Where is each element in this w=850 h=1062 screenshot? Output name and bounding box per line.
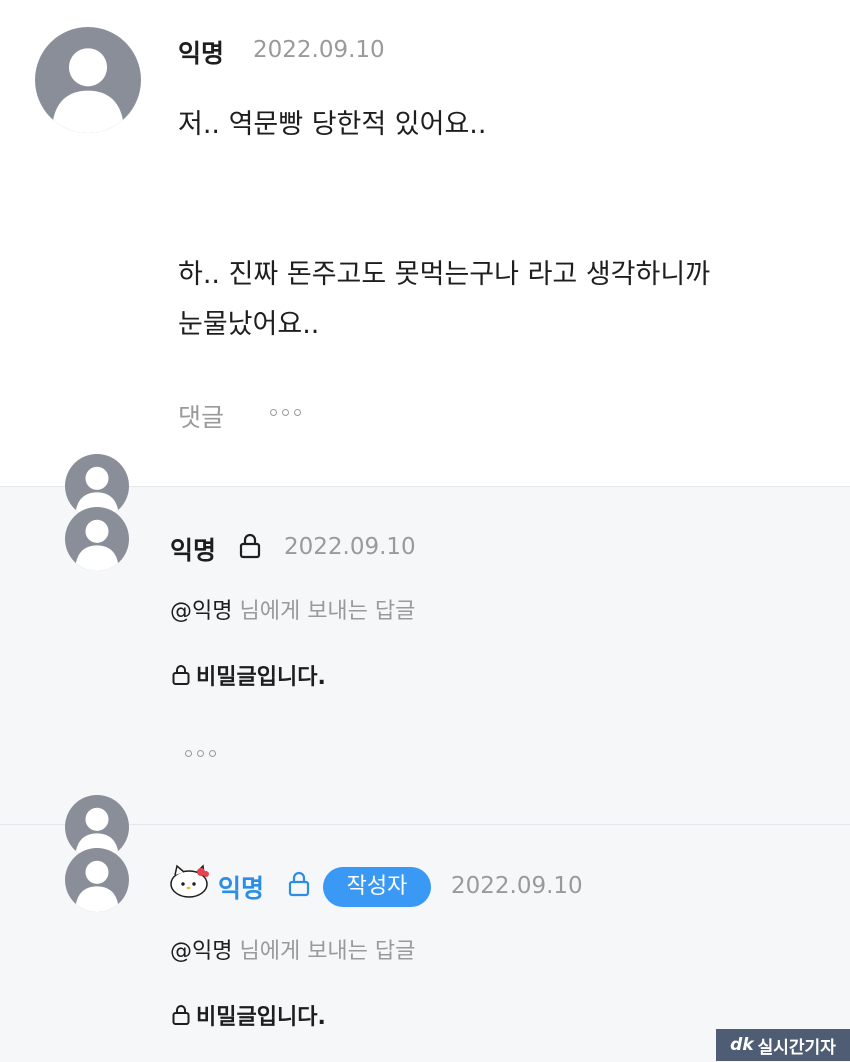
watermark-logo: dk xyxy=(730,1035,754,1055)
secret-text: 비밀글입니다. xyxy=(196,665,326,690)
reply-button[interactable]: 댓글 xyxy=(178,398,224,434)
person-icon xyxy=(75,860,119,912)
watermark: dk 실시간기자 xyxy=(716,1029,850,1061)
comment-line xyxy=(178,150,838,250)
mention-suffix: 님에게 보내는 답글 xyxy=(232,939,416,964)
reply-item: 익명 2022.09.10 @익명 님에게 보내는 답글 비밀글입니다. xyxy=(0,454,850,825)
reply-author[interactable]: 익명 xyxy=(218,869,264,905)
lock-icon xyxy=(172,1004,190,1026)
person-icon xyxy=(75,519,119,571)
secret-message: 비밀글입니다. xyxy=(172,659,326,691)
reply-author[interactable]: 익명 xyxy=(170,531,216,567)
comment-line: 저.. 역문빵 당한적 있어요.. xyxy=(178,109,487,140)
secret-text: 비밀글입니다. xyxy=(196,1005,326,1030)
kitty-icon xyxy=(167,863,211,899)
main-comment: 익명 2022.09.10 저.. 역문빵 당한적 있어요.. 하.. 진짜 돈… xyxy=(0,0,850,486)
mention-name[interactable]: @익명 xyxy=(170,599,232,624)
reply-item: 익명 작성자 2022.09.10 @익명 님에게 보내는 답글 비밀글입니다. xyxy=(0,795,850,1062)
lock-icon xyxy=(288,871,310,897)
mention-name[interactable]: @익명 xyxy=(170,939,232,964)
mention-suffix: 님에게 보내는 답글 xyxy=(232,599,416,624)
reply-mention: @익명 님에게 보내는 답글 xyxy=(170,933,415,965)
comment-author[interactable]: 익명 xyxy=(178,34,224,70)
more-options-icon[interactable] xyxy=(185,750,216,757)
lock-icon xyxy=(172,664,190,686)
secret-message: 비밀글입니다. xyxy=(172,999,326,1031)
reply-mention: @익명 님에게 보내는 답글 xyxy=(170,593,415,625)
reply-date: 2022.09.10 xyxy=(284,534,416,560)
avatar[interactable] xyxy=(65,848,129,912)
reply-date: 2022.09.10 xyxy=(451,873,583,899)
author-badge: 작성자 xyxy=(323,867,431,907)
comment-body: 저.. 역문빵 당한적 있어요.. 하.. 진짜 돈주고도 못먹는구나 라고 생… xyxy=(178,100,838,350)
comment-line: 눈물났어요.. xyxy=(178,309,320,340)
comment-line: 하.. 진짜 돈주고도 못먹는구나 라고 생각하니까 xyxy=(178,259,711,290)
avatar[interactable] xyxy=(65,507,129,571)
watermark-text: 실시간기자 xyxy=(757,1037,836,1058)
more-options-icon[interactable] xyxy=(270,409,301,416)
avatar[interactable] xyxy=(35,27,141,133)
comment-date: 2022.09.10 xyxy=(253,37,385,63)
person-icon xyxy=(51,48,125,133)
lock-icon xyxy=(239,533,261,559)
